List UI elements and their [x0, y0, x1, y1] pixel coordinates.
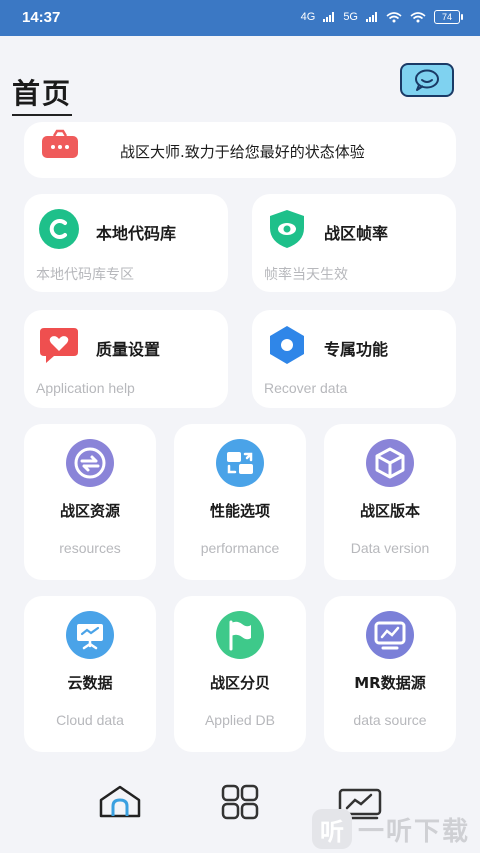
- status-bar: 14:37 4G 5G 74: [0, 0, 480, 36]
- tile-subtitle: Data version: [350, 540, 430, 556]
- chat-button[interactable]: [400, 63, 454, 97]
- home-icon: [99, 785, 141, 818]
- network-4g-label: 4G: [300, 11, 316, 23]
- status-icons: 4G 5G 74: [300, 10, 463, 24]
- banner-text: 战区大师.致力于给您最好的状态体验: [120, 143, 365, 161]
- swap-arrows-icon: [65, 438, 115, 492]
- tile-performance[interactable]: 性能选项 performance: [174, 424, 306, 580]
- chat-bubble-icon: [415, 69, 439, 91]
- wifi-icon: [386, 11, 402, 22]
- feature-subtitle: Application help: [36, 380, 135, 396]
- grid-icon: [221, 784, 259, 820]
- watermark-text: 一听下载: [358, 816, 471, 847]
- watermark-logo: 听: [312, 809, 352, 849]
- feature-title: 本地代码库: [96, 224, 177, 243]
- toolbox-icon: [40, 128, 80, 164]
- tile-subtitle: Cloud data: [56, 712, 124, 728]
- tile-resources[interactable]: 战区资源 resources: [24, 424, 156, 580]
- tile-title: 性能选项: [209, 502, 270, 520]
- feature-title: 专属功能: [324, 340, 389, 359]
- tile-applied-db[interactable]: 战区分贝 Applied DB: [174, 596, 306, 752]
- flag-icon: [215, 610, 265, 664]
- shield-eye-icon: [266, 208, 308, 254]
- tile-title: 战区版本: [359, 502, 420, 520]
- hexagon-icon: [266, 324, 308, 370]
- c-letter-icon: [38, 208, 80, 254]
- feature-card-frame-rate[interactable]: 战区帧率 帧率当天生效: [252, 194, 456, 292]
- tile-title: 战区资源: [59, 502, 120, 520]
- tile-title: MR数据源: [354, 674, 426, 692]
- tile-data-source[interactable]: MR数据源 data source: [324, 596, 456, 752]
- heart-chat-icon: [38, 324, 80, 370]
- cube-icon: [365, 438, 415, 492]
- signal-icon: [366, 12, 377, 22]
- feature-card-exclusive[interactable]: 专属功能 Recover data: [252, 310, 456, 408]
- signal-icon: [323, 12, 335, 22]
- banner-card[interactable]: 战区大师.致力于给您最好的状态体验: [24, 122, 456, 178]
- feature-card-local-code[interactable]: 本地代码库 本地代码库专区: [24, 194, 228, 292]
- nav-apps[interactable]: [216, 782, 264, 822]
- nav-home[interactable]: [96, 782, 144, 822]
- tile-subtitle: resources: [59, 540, 121, 556]
- feature-subtitle: 帧率当天生效: [264, 266, 348, 282]
- tile-subtitle: Applied DB: [204, 712, 276, 728]
- tile-cloud-data[interactable]: 云数据 Cloud data: [24, 596, 156, 752]
- feature-title: 战区帧率: [324, 224, 389, 243]
- transfer-icon: [215, 438, 265, 492]
- page-title: 首页: [12, 72, 73, 116]
- tile-title: 战区分贝: [209, 674, 270, 692]
- feature-card-quality-settings[interactable]: 质量设置 Application help: [24, 310, 228, 408]
- feature-subtitle: Recover data: [264, 380, 348, 396]
- tile-subtitle: performance: [200, 540, 280, 556]
- feature-subtitle: 本地代码库专区: [36, 266, 134, 282]
- hotspot-icon: [410, 11, 426, 22]
- watermark: 听 一听下载: [312, 806, 480, 852]
- battery-icon: 74: [434, 10, 463, 24]
- feature-title: 质量设置: [96, 340, 161, 359]
- tile-subtitle: data source: [353, 712, 427, 728]
- tile-title: 云数据: [67, 674, 113, 692]
- presentation-icon: [65, 610, 115, 664]
- network-5g-label: 5G: [343, 11, 358, 23]
- tile-data-version[interactable]: 战区版本 Data version: [324, 424, 456, 580]
- status-time: 14:37: [22, 9, 61, 26]
- monitor-chart-icon: [365, 610, 415, 664]
